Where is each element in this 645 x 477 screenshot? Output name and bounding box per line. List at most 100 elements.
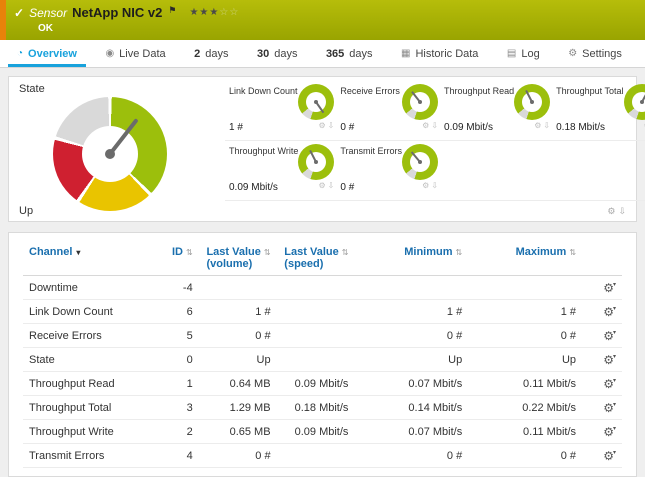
pin-icon[interactable]: ⇩	[431, 121, 438, 130]
sort-icon[interactable]: ⇅	[342, 248, 349, 257]
gear-icon: ⚙	[568, 48, 577, 59]
pin-icon[interactable]: ⇩	[543, 121, 550, 130]
channel-title: Transmit Errors	[340, 146, 402, 156]
cell-channel[interactable]: Transmit Errors	[23, 444, 155, 468]
channel-row-receive-errors[interactable]: Receive Errors 5 0 # 0 # 0 # ⚙▾	[23, 324, 622, 348]
cell-settings: ⚙▾	[580, 396, 622, 420]
cell-maximum: 0 #	[466, 324, 580, 348]
cell-maximum: 0 #	[466, 444, 580, 468]
sensor-title-line: ✓ Sensor NetApp NIC v2 ⚑ ★★★☆☆	[14, 5, 239, 20]
cell-id: 2	[155, 420, 197, 444]
channel-row-transmit-errors[interactable]: Transmit Errors 4 0 # 0 # 0 # ⚙▾	[23, 444, 622, 468]
cell-maximum	[466, 276, 580, 300]
gear-icon[interactable]: ⚙	[534, 121, 541, 130]
channel-row-link-down-count[interactable]: Link Down Count 6 1 # 1 # 1 # ⚙▾	[23, 300, 622, 324]
cell-maximum: 0.11 Mbit/s	[466, 372, 580, 396]
tab-365-days[interactable]: 365 days	[317, 40, 382, 67]
pin-icon[interactable]: ⇩	[618, 206, 626, 217]
state-gauge	[53, 97, 167, 211]
pin-icon[interactable]: ⇩	[431, 181, 438, 190]
tab-2-days[interactable]: 2 days	[185, 40, 237, 67]
sort-icon[interactable]: ⇅	[186, 248, 193, 257]
gauge-hub	[418, 160, 422, 164]
empty-tile	[552, 141, 645, 201]
channel-row-throughput-read[interactable]: Throughput Read 1 0.64 MB 0.09 Mbit/s 0.…	[23, 372, 622, 396]
channel-value: 0.18 Mbit/s	[556, 122, 623, 133]
sensor-kind-label: Sensor	[29, 6, 67, 20]
col-maximum[interactable]: Maximum⇅	[466, 241, 580, 276]
channel-tile-receive-errors[interactable]: Receive Errors 0 # ⚙⇩	[336, 81, 440, 141]
cell-channel[interactable]: Receive Errors	[23, 324, 155, 348]
col-minimum[interactable]: Minimum ⇅	[352, 241, 466, 276]
tile-text: Throughput Total 0.18 Mbit/s	[556, 84, 623, 140]
tab-label: Historic Data	[415, 48, 478, 60]
sort-icon[interactable]: ⇅	[456, 248, 463, 257]
channel-gauge	[298, 84, 334, 120]
cell-channel[interactable]: Downtime	[23, 276, 155, 300]
cell-channel[interactable]: State	[23, 348, 155, 372]
channel-tile-throughput-total[interactable]: Throughput Total 0.18 Mbit/s ⚙⇩	[552, 81, 645, 141]
channel-tile-throughput-write[interactable]: Throughput Write 0.09 Mbit/s ⚙⇩	[225, 141, 336, 201]
channel-row-downtime[interactable]: Downtime -4 ⚙▾	[23, 276, 622, 300]
state-channel-tile[interactable]: State	[9, 77, 221, 221]
tab-settings[interactable]: ⚙ Settings	[559, 40, 631, 67]
channel-settings-button[interactable]: ⚙▾	[603, 281, 616, 295]
cell-channel[interactable]: Throughput Total	[23, 396, 155, 420]
gear-icon[interactable]: ⚙	[319, 121, 326, 130]
cell-channel[interactable]: Link Down Count	[23, 300, 155, 324]
gauge-hub	[418, 100, 422, 104]
col-id[interactable]: ID⇅	[155, 241, 197, 276]
gauge-hub	[640, 100, 644, 104]
cell-channel[interactable]: Throughput Write	[23, 420, 155, 444]
cell-settings: ⚙▾	[580, 324, 622, 348]
channel-title: Throughput Write	[229, 146, 298, 156]
channel-settings-button[interactable]: ⚙▾	[603, 377, 616, 391]
channel-gauge	[298, 144, 334, 180]
dropdown-icon: ▾	[613, 354, 616, 360]
tab-number: 30	[257, 48, 269, 60]
tab-historic-data[interactable]: ▦ Historic Data	[392, 40, 487, 67]
channel-filter-dropdown-icon[interactable]: ▾	[76, 248, 80, 257]
gear-icon[interactable]: ⚙	[607, 206, 615, 217]
cell-last-volume: 0.65 MB	[197, 420, 275, 444]
channels-table: Channel▾ ID⇅ Last Value⇅(volume) Last Va…	[23, 241, 622, 468]
cell-last-speed	[275, 300, 353, 324]
channel-tile-throughput-read[interactable]: Throughput Read 0.09 Mbit/s ⚙⇩	[440, 81, 552, 141]
cell-last-volume	[197, 276, 275, 300]
tab-live-data[interactable]: ◉ Live Data	[96, 40, 174, 67]
channel-settings-button[interactable]: ⚙▾	[603, 353, 616, 367]
channel-row-state[interactable]: State 0 Up Up Up ⚙▾	[23, 348, 622, 372]
channel-row-throughput-total[interactable]: Throughput Total 3 1.29 MB 0.18 Mbit/s 0…	[23, 396, 622, 420]
log-icon: ▤	[507, 48, 516, 59]
channel-row-throughput-write[interactable]: Throughput Write 2 0.65 MB 0.09 Mbit/s 0…	[23, 420, 622, 444]
channel-tile-transmit-errors[interactable]: Transmit Errors 0 # ⚙⇩	[336, 141, 440, 201]
channel-tile-link-down-count[interactable]: Link Down Count 1 # ⚙⇩	[225, 81, 336, 141]
col-last-value-speed[interactable]: Last Value⇅(speed)	[275, 241, 353, 276]
channel-settings-button[interactable]: ⚙▾	[603, 449, 616, 463]
tab-log[interactable]: ▤ Log	[498, 40, 549, 67]
flag-icon[interactable]: ⚑	[168, 5, 176, 16]
sort-icon[interactable]: ⇅	[264, 248, 271, 257]
gauge-hub	[105, 149, 115, 159]
channel-settings-button[interactable]: ⚙▾	[603, 329, 616, 343]
channel-settings-button[interactable]: ⚙▾	[603, 305, 616, 319]
channel-settings-button[interactable]: ⚙▾	[603, 401, 616, 415]
col-channel[interactable]: Channel▾	[23, 241, 155, 276]
priority-stars[interactable]: ★★★☆☆	[189, 7, 239, 18]
tab-overview[interactable]: ◔ Overview	[8, 40, 86, 67]
gear-icon[interactable]: ⚙	[422, 121, 429, 130]
sort-icon[interactable]: ⇅	[569, 248, 576, 257]
tile-gauge-area: ⚙⇩	[402, 84, 438, 140]
gauge-hub	[314, 160, 318, 164]
pin-icon[interactable]: ⇩	[328, 181, 335, 190]
col-label: Minimum	[404, 246, 452, 258]
cell-channel[interactable]: Throughput Read	[23, 372, 155, 396]
cell-last-speed	[275, 444, 353, 468]
channel-settings-button[interactable]: ⚙▾	[603, 425, 616, 439]
gear-icon[interactable]: ⚙	[319, 181, 326, 190]
tab-30-days[interactable]: 30 days	[248, 40, 307, 67]
cell-minimum: 0.07 Mbit/s	[352, 420, 466, 444]
pin-icon[interactable]: ⇩	[328, 121, 335, 130]
col-last-value-volume[interactable]: Last Value⇅(volume)	[197, 241, 275, 276]
gear-icon[interactable]: ⚙	[422, 181, 429, 190]
